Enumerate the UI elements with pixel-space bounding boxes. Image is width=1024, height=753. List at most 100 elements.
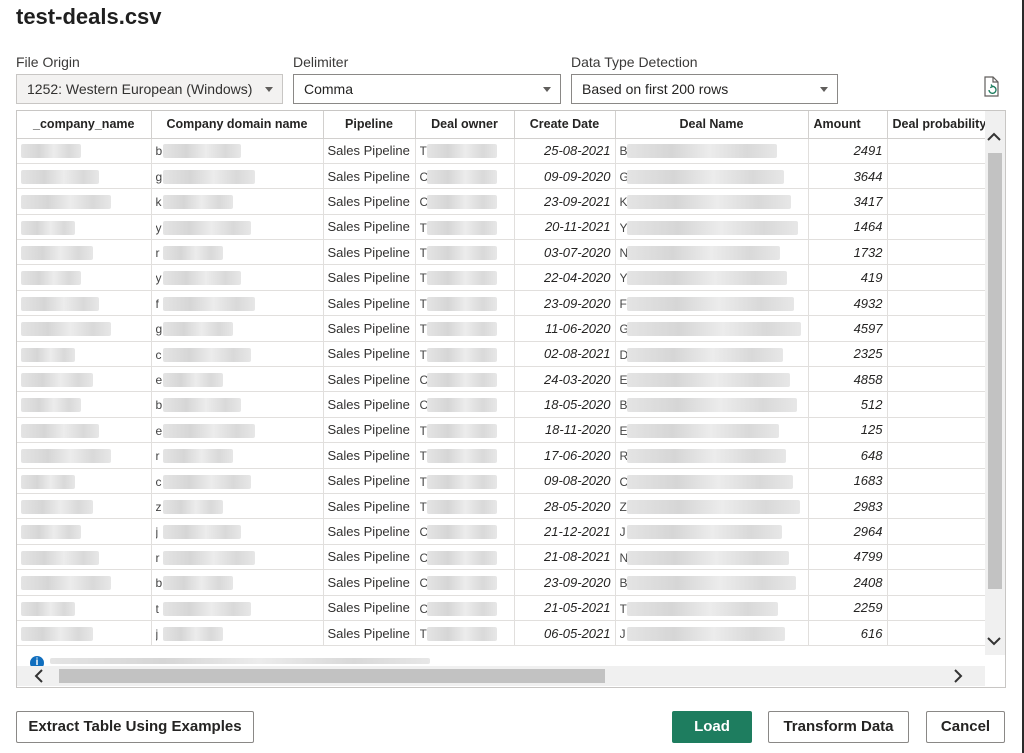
deal-probability-cell xyxy=(887,595,993,621)
data-type-detection-select[interactable]: Based on first 200 rows xyxy=(571,74,838,104)
amount-cell: 419 xyxy=(808,264,888,291)
amount-cell: 1464 xyxy=(808,214,888,241)
column-header[interactable]: _company_name xyxy=(17,111,152,139)
cell-prefix: e xyxy=(155,423,163,438)
redacted-value xyxy=(21,246,93,261)
file-origin-select[interactable]: 1252: Western European (Windows) xyxy=(16,74,283,104)
company-domain-cell: g xyxy=(151,163,324,190)
redacted-value xyxy=(21,474,75,489)
delimiter-select[interactable]: Comma xyxy=(293,74,561,104)
pipeline-cell: Sales Pipeline xyxy=(323,468,416,494)
cell-prefix: F xyxy=(619,296,627,311)
cell-prefix: b xyxy=(155,398,163,413)
pipeline-cell: Sales Pipeline xyxy=(323,315,416,342)
table-row: r Sales Pipeline C 21-08-2021 N 4799 xyxy=(17,544,993,571)
column-header[interactable]: Deal owner xyxy=(415,111,515,139)
redacted-value xyxy=(162,474,251,489)
pipeline-value: Sales Pipeline xyxy=(327,295,410,311)
column-header[interactable]: Deal Name xyxy=(615,111,809,139)
cell-prefix: c xyxy=(155,347,162,362)
deal-name-cell: J xyxy=(615,518,809,545)
create-date-cell: 18-05-2020 xyxy=(514,391,616,418)
cell-prefix: b xyxy=(155,144,163,159)
redacted-value xyxy=(426,499,497,514)
company-domain-cell: b xyxy=(151,569,324,596)
date-value: 21-08-2021 xyxy=(544,549,611,565)
table-row: b Sales Pipeline C 18-05-2020 B 512 xyxy=(17,391,993,418)
extract-table-button[interactable]: Extract Table Using Examples xyxy=(16,711,254,743)
load-button[interactable]: Load xyxy=(672,711,752,743)
chevron-up-icon[interactable] xyxy=(987,130,1001,146)
column-header[interactable]: Amount xyxy=(808,111,888,139)
pipeline-cell: Sales Pipeline xyxy=(323,239,416,266)
cell-prefix: B xyxy=(620,576,627,590)
deal-owner-cell: T xyxy=(415,493,515,520)
company-domain-cell: b xyxy=(151,391,324,418)
column-header[interactable]: Company domain name xyxy=(151,111,324,139)
cell-prefix: T xyxy=(419,626,427,641)
table-row: e Sales Pipeline T 18-11-2020 E 125 xyxy=(17,417,993,444)
pipeline-value: Sales Pipeline xyxy=(327,244,410,260)
chevron-left-icon[interactable] xyxy=(34,669,44,687)
redacted-value xyxy=(162,220,251,235)
chevron-right-icon[interactable] xyxy=(953,669,963,687)
column-header[interactable]: Create Date xyxy=(514,111,616,139)
amount-cell: 616 xyxy=(808,620,888,647)
chevron-down-icon xyxy=(820,87,828,92)
transform-data-button[interactable]: Transform Data xyxy=(768,711,909,743)
cell-prefix: g xyxy=(155,322,163,337)
company-name-cell xyxy=(17,214,152,241)
cancel-button[interactable]: Cancel xyxy=(926,711,1005,743)
cell-prefix: E xyxy=(620,373,627,387)
column-header[interactable]: Deal probability xyxy=(887,111,993,139)
create-date-cell: 21-12-2021 xyxy=(514,518,616,545)
horizontal-scrollbar[interactable] xyxy=(17,666,985,686)
cell-prefix: j xyxy=(155,626,159,641)
redacted-value xyxy=(21,601,75,616)
table-row: y Sales Pipeline T 22-04-2020 Y 419 xyxy=(17,264,993,291)
table-row: k Sales Pipeline C 23-09-2021 K 3417 xyxy=(17,188,993,215)
cell-prefix: C xyxy=(420,576,427,590)
date-value: 20-11-2021 xyxy=(544,219,611,235)
deal-name-cell: K xyxy=(615,188,809,215)
vertical-scrollbar[interactable] xyxy=(985,111,1005,655)
deal-probability-cell xyxy=(887,239,993,266)
table-row: y Sales Pipeline T 20-11-2021 Y 1464 xyxy=(17,214,993,241)
cell-prefix: T xyxy=(419,347,427,362)
chevron-down-icon[interactable] xyxy=(987,634,1001,650)
amount-cell: 3417 xyxy=(808,188,888,215)
pipeline-value: Sales Pipeline xyxy=(327,447,410,463)
redacted-value xyxy=(626,601,778,616)
amount-value: 125 xyxy=(860,422,883,438)
cell-prefix: T xyxy=(419,474,427,489)
company-name-cell xyxy=(17,163,152,190)
vertical-scroll-thumb[interactable] xyxy=(988,153,1002,589)
cell-prefix: T xyxy=(419,271,427,286)
file-origin-label: File Origin xyxy=(16,54,80,70)
company-domain-cell: r xyxy=(151,239,324,266)
redacted-value xyxy=(626,525,782,540)
column-header[interactable]: Pipeline xyxy=(323,111,416,139)
deal-owner-cell: T xyxy=(415,315,515,342)
pipeline-cell: Sales Pipeline xyxy=(323,214,416,241)
table-row: f Sales Pipeline T 23-09-2020 F 4932 xyxy=(17,290,993,317)
cell-prefix: B xyxy=(620,144,627,158)
company-domain-cell: g xyxy=(151,315,324,342)
deal-probability-cell xyxy=(887,493,993,520)
company-domain-cell: j xyxy=(151,620,324,647)
horizontal-scroll-thumb[interactable] xyxy=(59,669,605,683)
file-origin-value: 1252: Western European (Windows) xyxy=(27,81,253,97)
pipeline-cell: Sales Pipeline xyxy=(323,290,416,317)
company-name-cell xyxy=(17,366,152,393)
refresh-icon[interactable] xyxy=(982,76,1002,98)
cell-prefix: J xyxy=(619,626,626,641)
company-domain-cell: k xyxy=(151,188,324,215)
redacted-value xyxy=(162,322,233,337)
preview-table-frame: _company_name Company domain name Pipeline… xyxy=(16,110,1006,688)
amount-cell: 4799 xyxy=(808,544,888,571)
cell-prefix: E xyxy=(620,424,627,438)
cell-prefix: T xyxy=(419,246,427,261)
deal-probability-cell xyxy=(887,417,993,444)
deal-owner-cell: C xyxy=(415,188,515,215)
cell-prefix: C xyxy=(420,373,427,387)
